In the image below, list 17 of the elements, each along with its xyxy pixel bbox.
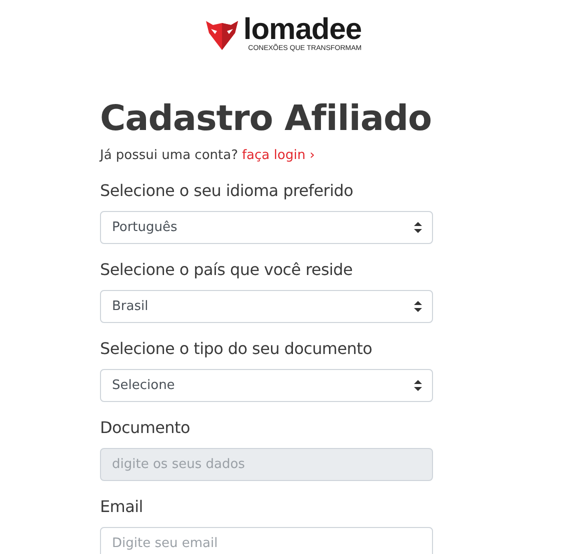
field-label: Email (100, 496, 144, 518)
field-label: Selecione o país que você reside (100, 259, 354, 281)
page-title: Cadastro Afiliado (100, 98, 433, 141)
login-prompt: Já possui uma conta? (100, 148, 238, 163)
field-label: Documento (100, 417, 191, 439)
field-label: Selecione o tipo do seu documento (100, 338, 374, 360)
login-link[interactable]: faça login › (242, 148, 315, 163)
input-field[interactable]: Digite seu email (100, 527, 433, 554)
select-dropdown[interactable]: Selecione (100, 369, 433, 402)
logo-text: lomadee (243, 16, 362, 44)
select-dropdown[interactable]: Português (100, 211, 433, 244)
sort-caret-icon (414, 380, 422, 391)
field-label: Selecione o seu idioma preferido (100, 180, 354, 202)
select-dropdown[interactable]: Brasil (100, 290, 433, 323)
sort-caret-icon (414, 301, 422, 312)
fox-logo-icon (205, 18, 240, 50)
sort-caret-icon (414, 222, 422, 233)
